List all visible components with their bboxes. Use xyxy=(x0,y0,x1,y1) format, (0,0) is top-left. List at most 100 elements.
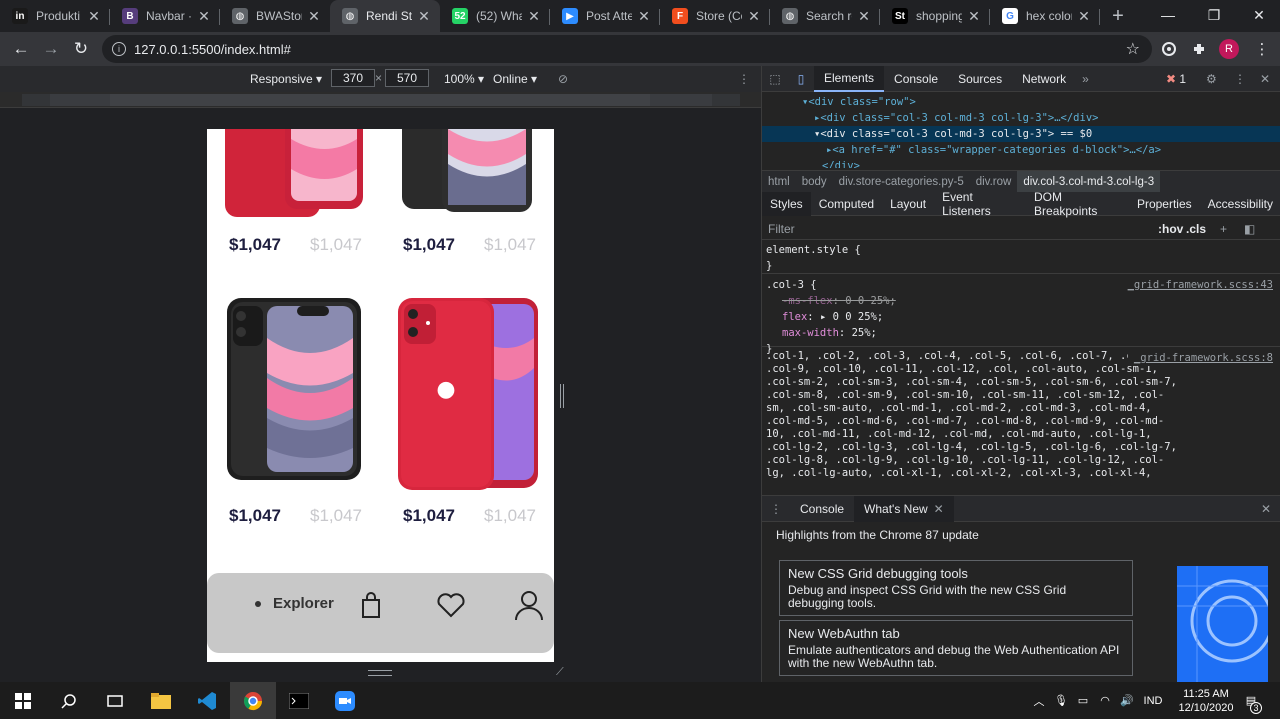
product-image[interactable] xyxy=(225,129,363,217)
breadcrumb-item[interactable]: body xyxy=(796,171,833,193)
zoom-select[interactable]: 100% ▾ xyxy=(444,72,484,86)
start-button[interactable] xyxy=(0,682,46,719)
drawer-menu-icon[interactable]: ⋮ xyxy=(762,502,790,516)
file-explorer-icon[interactable] xyxy=(138,682,184,719)
styles-subtab[interactable]: Accessibility xyxy=(1200,192,1280,216)
close-tab-icon[interactable]: ✕ xyxy=(966,8,982,25)
browser-tab[interactable]: 52 (52) Wha ✕ xyxy=(440,0,550,32)
resize-handle-bottom[interactable] xyxy=(368,670,392,676)
tab-console[interactable]: Console xyxy=(884,66,948,92)
close-tab-icon[interactable]: ✕ xyxy=(86,8,102,25)
task-view-icon[interactable] xyxy=(92,682,138,719)
rotate-icon[interactable]: ⊘ xyxy=(558,72,568,86)
dom-node[interactable]: ▾<div class="col-3 col-md-3 col-lg-3"> =… xyxy=(762,126,1280,142)
menu-icon[interactable]: ⋮ xyxy=(1250,37,1274,61)
rule-source-link[interactable]: _grid-framework.scss:43 xyxy=(1128,277,1273,293)
notifications-icon[interactable]: ▤ 3 xyxy=(1234,694,1268,714)
volume-icon[interactable]: 🔊 xyxy=(1116,694,1138,707)
browser-tab[interactable]: in Produkti ✕ xyxy=(0,0,110,32)
width-input[interactable] xyxy=(331,69,375,87)
whats-new-card[interactable]: New WebAuthn tab Emulate authenticators … xyxy=(779,620,1133,676)
height-input[interactable] xyxy=(385,69,429,87)
close-tab-icon[interactable]: ✕ xyxy=(746,8,762,25)
close-tab-icon[interactable]: ✕ xyxy=(416,8,432,25)
sidebar-toggle-icon[interactable]: ◧ xyxy=(1244,222,1255,236)
device-toggle-icon[interactable]: ▯ xyxy=(788,72,814,86)
search-icon[interactable] xyxy=(46,682,92,719)
styles-subtab[interactable]: Event Listeners xyxy=(934,190,1026,218)
minimize-button[interactable]: — xyxy=(1145,0,1191,30)
show-hidden-icons[interactable]: ︿ xyxy=(1028,693,1050,709)
settings-icon[interactable]: ⚙ xyxy=(1206,72,1217,86)
maximize-button[interactable]: ❐ xyxy=(1191,0,1237,30)
product-image[interactable]: ● xyxy=(398,298,538,490)
sync-icon[interactable] xyxy=(1157,37,1181,61)
whats-new-card[interactable]: New CSS Grid debugging tools Debug and i… xyxy=(779,560,1133,616)
nav-explore[interactable]: Explorer xyxy=(273,595,334,612)
terminal-icon[interactable] xyxy=(276,682,322,719)
browser-tab[interactable]: ◍ BWAStore ✕ xyxy=(220,0,330,32)
back-button[interactable]: ← xyxy=(6,34,36,64)
clock[interactable]: 11:25 AM 12/10/2020 xyxy=(1178,687,1234,715)
cls-toggle[interactable]: .cls xyxy=(1186,222,1206,236)
info-icon[interactable]: i xyxy=(112,42,126,56)
close-window-button[interactable]: ✕ xyxy=(1236,0,1280,30)
tab-network[interactable]: Network xyxy=(1012,66,1076,92)
inspect-icon[interactable]: ⬚ xyxy=(762,72,788,86)
drawer-tab-console[interactable]: Console xyxy=(790,496,854,522)
devtools-menu-icon[interactable]: ⋮ xyxy=(1234,72,1246,86)
browser-tab[interactable]: ◍ Rendi Sto ✕ xyxy=(330,0,440,32)
close-tab-icon[interactable]: ✕ xyxy=(1076,8,1092,25)
dom-node[interactable]: </div> xyxy=(762,158,1280,168)
wifi-icon[interactable]: ◠ xyxy=(1094,694,1116,707)
chrome-icon[interactable] xyxy=(230,682,276,719)
css-declaration[interactable]: max-width: 25%; xyxy=(766,325,1280,341)
styles-subtab[interactable]: Computed xyxy=(811,192,882,216)
close-tab-icon[interactable]: ✕ xyxy=(526,8,542,25)
close-tab-icon[interactable]: ✕ xyxy=(196,8,212,25)
styles-filter[interactable]: Filter :hov .cls + ◧ xyxy=(762,218,1280,240)
user-icon[interactable] xyxy=(515,590,543,625)
forward-button[interactable]: → xyxy=(36,34,66,64)
product-image[interactable] xyxy=(402,129,536,212)
browser-tab[interactable]: ◍ Search re ✕ xyxy=(770,0,880,32)
address-bar[interactable]: i 127.0.0.1:5500/index.html# ☆ xyxy=(102,35,1152,63)
styles-subtab[interactable]: Styles xyxy=(762,191,811,216)
network-select[interactable]: Online ▾ xyxy=(493,72,537,86)
product-image[interactable] xyxy=(227,298,361,480)
resize-corner-icon[interactable]: ⟋ xyxy=(556,666,564,679)
browser-tab[interactable]: F Store (Co ✕ xyxy=(660,0,770,32)
breadcrumb-item[interactable]: html xyxy=(762,171,796,193)
resize-handle-right[interactable] xyxy=(560,384,564,408)
close-devtools-icon[interactable]: ✕ xyxy=(1260,72,1270,86)
tab-sources[interactable]: Sources xyxy=(948,66,1012,92)
styles-subtab[interactable]: DOM Breakpoints xyxy=(1026,190,1129,218)
close-tab-icon[interactable]: ✕ xyxy=(856,8,872,25)
close-tab-icon[interactable]: ✕ xyxy=(636,8,652,25)
drawer-tab-whats-new[interactable]: What's New ✕ xyxy=(854,495,954,522)
dom-node[interactable]: ▸<a href="#" class="wrapper-categories d… xyxy=(762,142,1280,158)
reload-button[interactable]: ↻ xyxy=(66,34,96,64)
profile-avatar[interactable]: R xyxy=(1217,37,1241,61)
tab-elements[interactable]: Elements xyxy=(814,65,885,92)
browser-tab[interactable]: Ghex color ✕ xyxy=(990,0,1100,32)
dom-node[interactable]: ▸<div class="col-3 col-md-3 col-lg-3">…<… xyxy=(762,110,1280,126)
zoom-app-icon[interactable] xyxy=(322,682,368,719)
add-rule-icon[interactable]: + xyxy=(1220,222,1227,236)
vscode-icon[interactable] xyxy=(184,682,230,719)
rule-source-link[interactable]: _grid-framework.scss:8 xyxy=(1127,350,1273,366)
star-icon[interactable]: ☆ xyxy=(1126,39,1140,59)
css-declaration[interactable]: -ms-flex: 0 0 25%; xyxy=(766,293,1280,309)
more-tabs-icon[interactable]: » xyxy=(1076,72,1095,86)
heart-icon[interactable] xyxy=(436,592,466,623)
new-tab-button[interactable]: + xyxy=(1100,0,1136,32)
close-tab-icon[interactable]: ✕ xyxy=(934,502,944,516)
close-drawer-icon[interactable]: ✕ xyxy=(1261,502,1271,516)
battery-icon[interactable]: ▭ xyxy=(1072,694,1094,707)
browser-tab[interactable]: St shopping ✕ xyxy=(880,0,990,32)
css-declaration[interactable]: flex: ▸ 0 0 25%; xyxy=(766,309,1280,325)
device-more-icon[interactable]: ⋮ xyxy=(738,72,750,86)
browser-tab[interactable]: B Navbar · B ✕ xyxy=(110,0,220,32)
styles-subtab[interactable]: Layout xyxy=(882,192,934,216)
hov-toggle[interactable]: :hov xyxy=(1158,222,1183,236)
